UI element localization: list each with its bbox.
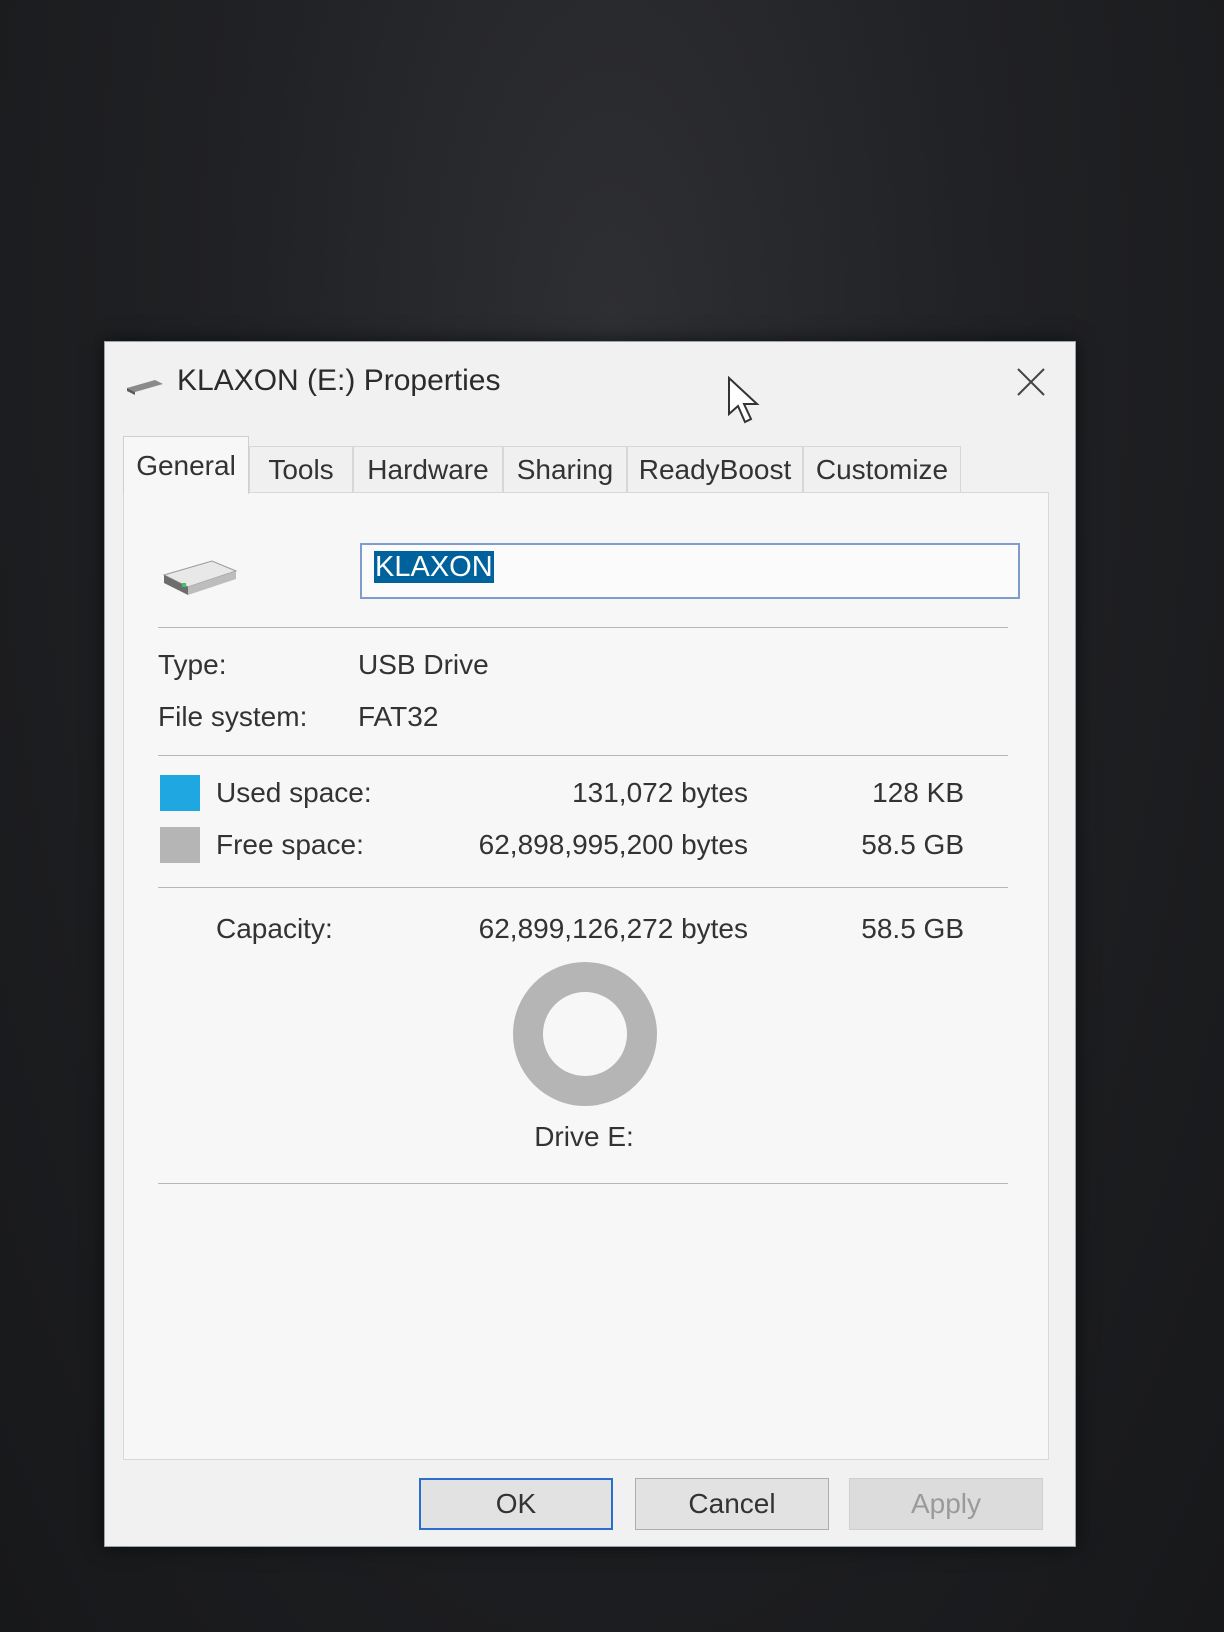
volume-name-input[interactable]: KLAXON: [360, 543, 1020, 599]
general-panel: KLAXON Type: USB Drive File system: FAT3…: [123, 492, 1049, 1460]
properties-dialog: KLAXON (E:) Properties General Tools Har…: [104, 341, 1076, 1547]
volume-name-text: KLAXON: [374, 551, 494, 583]
cancel-button[interactable]: Cancel: [635, 1478, 829, 1530]
used-space-label: Used space:: [216, 777, 372, 808]
free-space-ring: [513, 962, 657, 1106]
used-space-swatch: [160, 775, 200, 811]
usage-donut-chart: [513, 962, 657, 1106]
ok-button[interactable]: OK: [419, 1478, 613, 1530]
tab-strip: General Tools Hardware Sharing ReadyBoos…: [123, 436, 1023, 494]
divider: [158, 755, 1008, 756]
mouse-cursor-icon: [728, 376, 760, 424]
used-space-size: 128 KB: [872, 777, 964, 808]
free-space-label: Free space:: [216, 829, 364, 860]
tab-readyboost[interactable]: ReadyBoost: [627, 446, 803, 492]
tab-customize[interactable]: Customize: [803, 446, 961, 492]
tab-hardware[interactable]: Hardware: [353, 446, 503, 492]
file-system-value: FAT32: [358, 701, 439, 732]
tab-tools[interactable]: Tools: [249, 446, 353, 492]
capacity-size: 58.5 GB: [861, 913, 964, 944]
tab-sharing[interactable]: Sharing: [503, 446, 627, 492]
drive-label: Drive E:: [534, 1121, 634, 1152]
free-space-bytes: 62,898,995,200 bytes: [478, 829, 748, 860]
file-system-label: File system:: [158, 701, 308, 732]
divider: [158, 1183, 1008, 1184]
divider: [158, 627, 1008, 628]
usb-drive-icon: [127, 380, 163, 395]
title-bar[interactable]: KLAXON (E:) Properties: [105, 342, 1075, 424]
window-title: KLAXON (E:) Properties: [177, 364, 501, 397]
divider: [158, 887, 1008, 888]
free-space-size: 58.5 GB: [861, 829, 964, 860]
apply-button: Apply: [849, 1478, 1043, 1530]
used-space-bytes: 131,072 bytes: [572, 777, 748, 808]
capacity-bytes: 62,899,126,272 bytes: [478, 913, 748, 944]
capacity-label: Capacity:: [216, 913, 333, 944]
type-label: Type:: [158, 649, 227, 680]
free-space-swatch: [160, 827, 200, 863]
close-button[interactable]: [1009, 360, 1053, 404]
tab-general[interactable]: General: [123, 436, 249, 494]
drive-icon: [162, 560, 238, 595]
close-icon: [1017, 368, 1045, 396]
type-value: USB Drive: [358, 649, 489, 680]
